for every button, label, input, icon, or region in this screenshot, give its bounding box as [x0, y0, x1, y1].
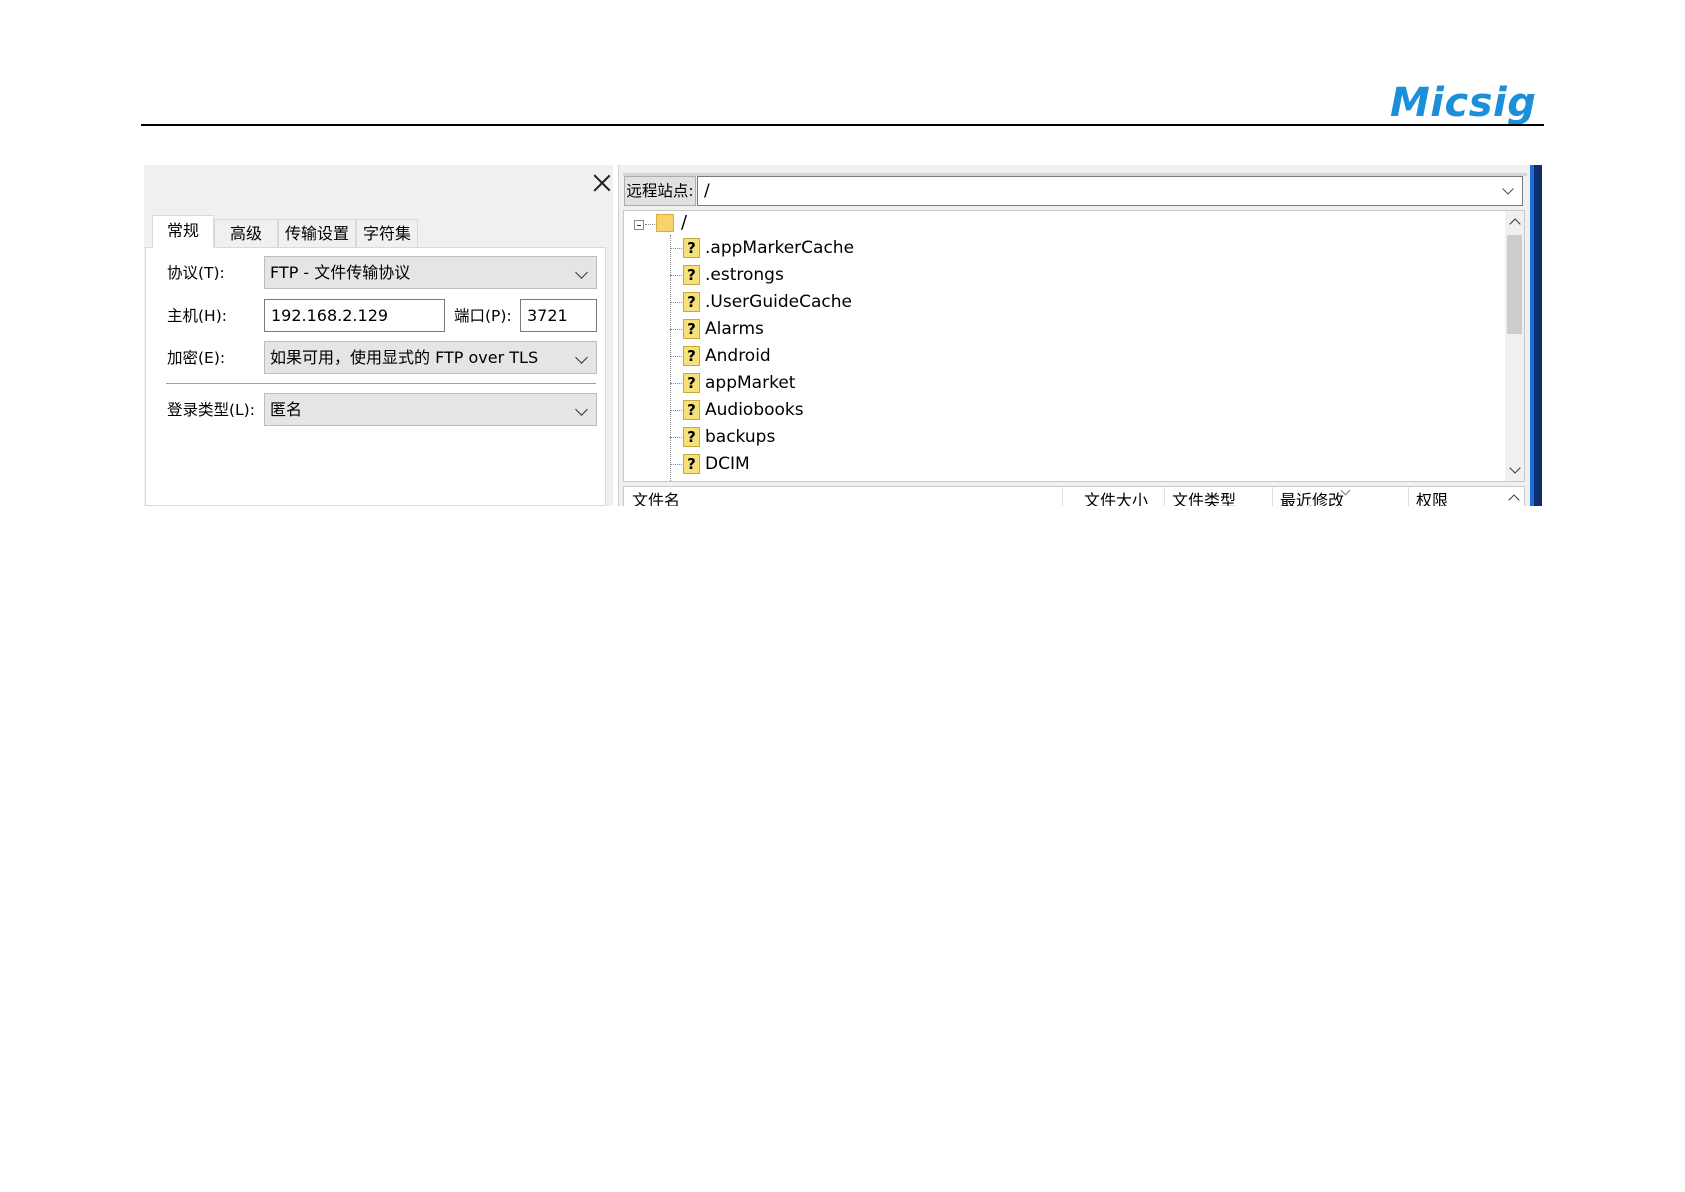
unknown-folder-icon: ?	[683, 265, 700, 285]
close-icon[interactable]	[590, 171, 614, 195]
tree-item-label: DCIM	[705, 454, 750, 474]
unknown-folder-icon: ?	[683, 454, 700, 474]
scroll-thumb[interactable]	[1507, 235, 1522, 334]
file-list-header: 文件名 文件大小 文件类型 最近修改 权限	[623, 486, 1525, 506]
chevron-down-icon	[575, 351, 588, 364]
tree-item[interactable]: ? .estrongs	[624, 262, 1504, 289]
remote-site-panel: 远程站点: / / ? .appMarkerCache ? .estrongs …	[618, 165, 1542, 506]
login-type-select[interactable]: 匿名	[264, 393, 597, 426]
tree-item-label: .estrongs	[705, 265, 784, 285]
tree-item[interactable]: ? Alarms	[624, 316, 1504, 343]
protocol-value: FTP - 文件传输协议	[270, 263, 411, 282]
tree-root-label: /	[681, 212, 688, 233]
encryption-select[interactable]: 如果可用，使用显式的 FTP over TLS	[264, 341, 597, 374]
unknown-folder-icon: ?	[683, 346, 700, 366]
site-manager-dialog: 常规 高级 传输设置 字符集 协议(T): FTP - 文件传输协议 主机(H)…	[144, 165, 613, 506]
column-permissions[interactable]: 权限	[1416, 491, 1448, 506]
tree-item-label: Alarms	[705, 319, 764, 339]
unknown-folder-icon: ?	[683, 373, 700, 393]
column-last-modified[interactable]: 最近修改	[1280, 491, 1344, 506]
remote-site-label: 远程站点:	[624, 176, 696, 206]
chevron-down-icon	[575, 403, 588, 416]
protocol-select[interactable]: FTP - 文件传输协议	[264, 256, 597, 289]
collapse-icon[interactable]	[634, 220, 644, 230]
unknown-folder-icon: ?	[683, 319, 700, 339]
tree-item[interactable]: ? backups	[624, 424, 1504, 451]
tree-scrollbar[interactable]	[1505, 211, 1524, 481]
dialog-tabs: 常规 高级 传输设置 字符集	[144, 215, 613, 248]
port-label: 端口(P):	[454, 307, 512, 325]
unknown-folder-icon: ?	[683, 292, 700, 312]
login-type-value: 匿名	[270, 400, 303, 419]
tree-item[interactable]: ? Audiobooks	[624, 397, 1504, 424]
tree-item-label: .UserGuideCache	[705, 292, 852, 312]
general-panel: 协议(T): FTP - 文件传输协议 主机(H): 192.168.2.129…	[145, 247, 606, 506]
tree-item-label: Android	[705, 346, 771, 366]
unknown-folder-icon: ?	[683, 238, 700, 258]
tree-item[interactable]: ? .appMarkerCache	[624, 235, 1504, 262]
remote-path-input[interactable]: /	[697, 176, 1523, 206]
login-type-label: 登录类型(L):	[167, 401, 255, 419]
tab-charset[interactable]: 字符集	[356, 219, 418, 247]
unknown-folder-icon: ?	[683, 427, 700, 447]
tree-connector	[645, 224, 655, 225]
tree-item[interactable]: ? Android	[624, 343, 1504, 370]
tab-advanced[interactable]: 高级	[214, 219, 278, 247]
port-input[interactable]: 3721	[520, 299, 597, 332]
encryption-value: 如果可用，使用显式的 FTP over TLS	[270, 348, 539, 367]
encryption-label: 加密(E):	[167, 349, 226, 367]
host-input[interactable]: 192.168.2.129	[264, 299, 445, 332]
remote-path-value: /	[704, 181, 710, 201]
host-label: 主机(H):	[167, 307, 227, 325]
tree-item[interactable]: ? appMarket	[624, 370, 1504, 397]
divider	[166, 383, 596, 384]
scroll-down-icon[interactable]	[1509, 462, 1521, 474]
column-filetype[interactable]: 文件类型	[1172, 491, 1236, 506]
tab-general[interactable]: 常规	[152, 215, 214, 248]
chevron-down-icon	[575, 266, 588, 279]
unknown-folder-icon: ?	[683, 400, 700, 420]
tree-item-label: Audiobooks	[705, 400, 804, 420]
tree-item-label: backups	[705, 427, 776, 447]
window-edge	[1530, 165, 1542, 506]
remote-directory-tree: / ? .appMarkerCache ? .estrongs ? .UserG…	[623, 210, 1525, 482]
tab-transfer-settings[interactable]: 传输设置	[278, 219, 356, 247]
tree-root[interactable]: /	[624, 211, 1504, 238]
tree-item-label: appMarket	[705, 373, 796, 393]
tree-item[interactable]: ? DCIM	[624, 451, 1504, 478]
chevron-down-icon[interactable]	[1502, 183, 1514, 195]
micsig-logo: Micsig	[1390, 80, 1537, 126]
column-filename[interactable]: 文件名	[632, 491, 680, 506]
column-filesize[interactable]: 文件大小	[1084, 491, 1148, 506]
scroll-up-icon[interactable]	[1509, 218, 1521, 230]
folder-icon	[656, 214, 674, 232]
protocol-label: 协议(T):	[167, 264, 225, 282]
header-rule	[141, 124, 1544, 126]
tree-item-label: .appMarkerCache	[705, 238, 855, 258]
scroll-up-icon[interactable]	[1508, 494, 1520, 506]
tree-item[interactable]: ? .UserGuideCache	[624, 289, 1504, 316]
